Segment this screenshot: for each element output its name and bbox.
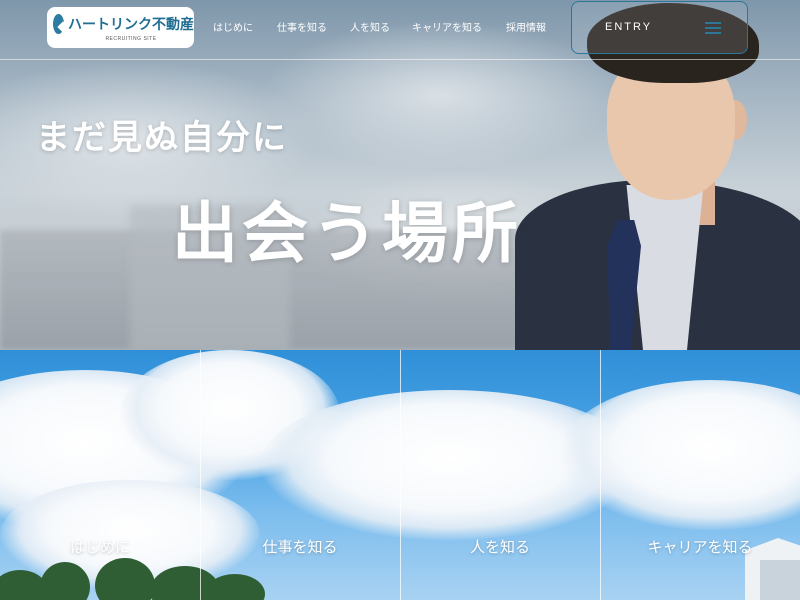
house-window: [760, 560, 800, 600]
nav-item-hito[interactable]: 人を知る: [350, 19, 390, 34]
heart-house-icon: [53, 13, 64, 34]
nav-item-shigoto[interactable]: 仕事を知る: [277, 19, 327, 34]
entry-button[interactable]: ENTRY: [571, 1, 748, 54]
hamburger-menu-icon[interactable]: [705, 22, 721, 35]
trees: [0, 558, 265, 600]
hero-catch-line2: 出会う場所: [172, 194, 522, 272]
nav-item-hajimeni[interactable]: はじめに: [213, 19, 253, 34]
logo-subtitle: RECRUITING SITE: [105, 35, 157, 42]
site-header: ハートリンク不動産 RECRUITING SITE はじめに 仕事を知る 人を知…: [0, 0, 800, 60]
panel-divider: [200, 350, 201, 600]
panel-hajimeni[interactable]: はじめに: [0, 537, 200, 557]
nav-item-career[interactable]: キャリアを知る: [412, 19, 482, 34]
panel-career[interactable]: キャリアを知る: [640, 537, 760, 557]
nav-item-recruit[interactable]: 採用情報: [506, 19, 546, 34]
panel-hito[interactable]: 人を知る: [400, 537, 600, 557]
header-divider: [0, 59, 800, 60]
panel-divider: [600, 350, 601, 600]
panel-divider: [400, 350, 401, 600]
hero-catch-line1: まだ見ぬ自分に: [36, 118, 288, 158]
logo-name: ハートリンク不動産: [68, 15, 194, 32]
panel-shigoto[interactable]: 仕事を知る: [200, 537, 400, 557]
site-logo[interactable]: ハートリンク不動産 RECRUITING SITE: [47, 7, 194, 48]
entry-label: ENTRY: [605, 21, 653, 33]
